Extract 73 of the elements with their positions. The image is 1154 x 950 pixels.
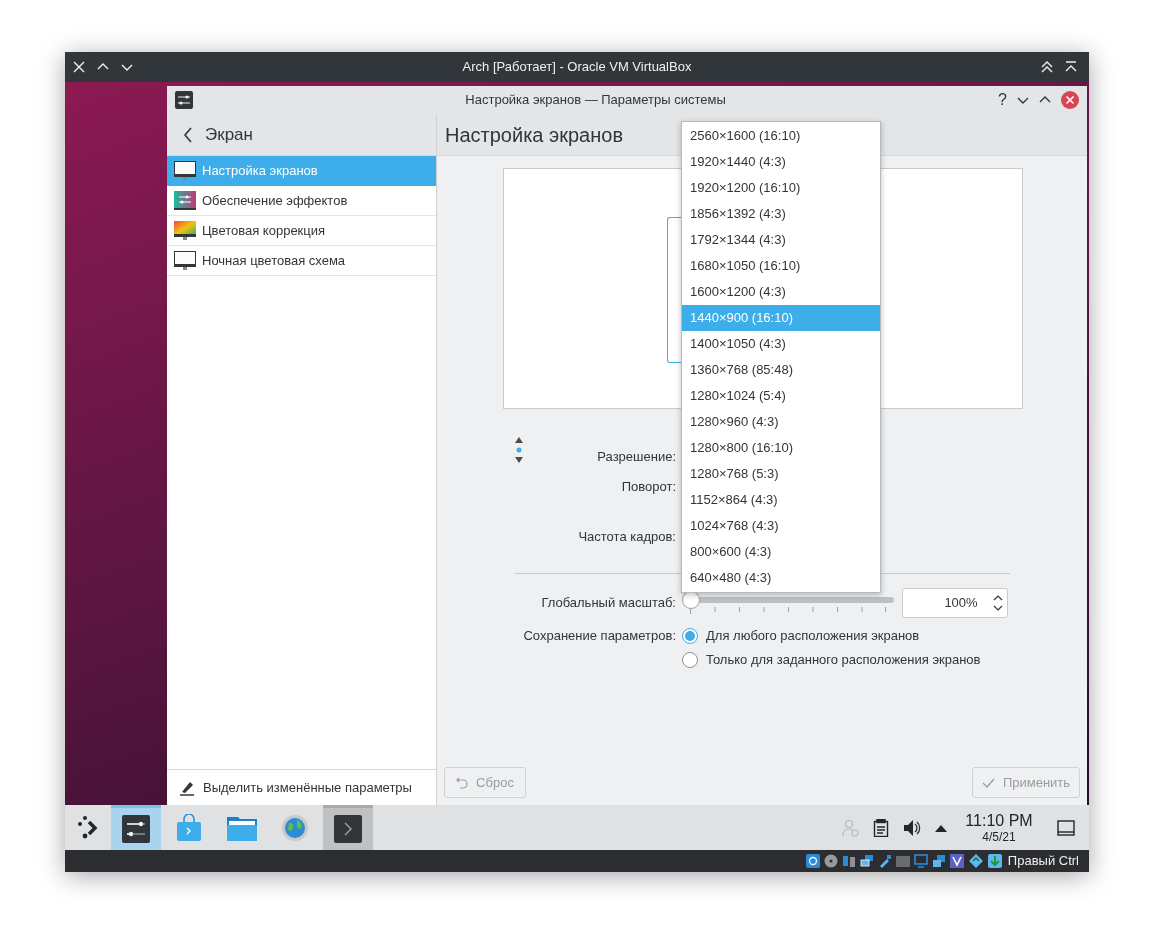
clipboard-icon[interactable] xyxy=(873,818,889,837)
keep-above-icon[interactable] xyxy=(1065,61,1077,73)
host-key-label: Правый Ctrl xyxy=(1007,852,1079,871)
window-title: Настройка экранов — Параметры системы xyxy=(465,91,726,110)
clock-time[interactable]: 11:10 PM xyxy=(965,812,1033,829)
back-icon xyxy=(183,126,193,143)
scale-label: Глобальный масштаб: xyxy=(540,594,676,613)
scale-spin-box[interactable]: 100% xyxy=(902,588,1008,618)
window-title: Arch [Работает] - Oracle VM VirtualBox xyxy=(462,58,692,77)
globe-gear-icon xyxy=(281,813,309,842)
sliders-monitor-icon xyxy=(174,190,196,211)
page-title: Настройка экранов xyxy=(445,122,623,148)
dropdown-option[interactable]: 640×480 (4:3) xyxy=(682,565,880,591)
shopping-bag-icon xyxy=(176,813,202,842)
dropdown-option[interactable]: 1680×1050 (16:10) xyxy=(682,253,880,279)
dropdown-option[interactable]: 1856×1392 (4:3) xyxy=(682,201,880,227)
dropdown-option[interactable]: 800×600 (4:3) xyxy=(682,539,880,565)
taskbar-task-button[interactable] xyxy=(323,805,373,850)
clock-date[interactable]: 4/5/21 xyxy=(982,830,1016,843)
checkmark-icon xyxy=(981,777,995,788)
hard-disk-icon xyxy=(805,854,820,868)
monitor-icon xyxy=(174,250,196,271)
terminal-icon xyxy=(334,815,362,843)
download-arrow-icon xyxy=(987,854,1002,868)
sidebar-item[interactable]: Цветовая коррекция xyxy=(167,216,436,246)
undo-icon xyxy=(456,776,469,789)
optical-disc-icon xyxy=(823,854,838,868)
dropdown-option[interactable]: 1280×1024 (5:4) xyxy=(682,383,880,409)
back-button[interactable]: Экран xyxy=(183,121,253,148)
show-desktop-icon[interactable] xyxy=(1057,819,1075,836)
dropdown-option[interactable]: 1920×1200 (16:10) xyxy=(682,175,880,201)
dropdown-option[interactable]: 1792×1344 (4:3) xyxy=(682,227,880,253)
dropdown-option[interactable]: 2560×1600 (16:10) xyxy=(682,123,880,149)
folder-icon xyxy=(227,814,257,841)
close-icon[interactable] xyxy=(73,61,85,73)
double-chevron-icon[interactable] xyxy=(1041,61,1053,73)
sync-icon xyxy=(967,854,984,868)
monitor-icon xyxy=(174,161,196,181)
settings-app-icon xyxy=(175,91,193,109)
network-icon xyxy=(859,854,874,868)
rotation-label: Поворот: xyxy=(621,478,676,496)
sliders-icon xyxy=(122,815,150,843)
radio-option[interactable]: Только для заданного расположения экранов xyxy=(682,648,981,672)
shared-folder-icon xyxy=(895,854,910,868)
letter-v-icon xyxy=(949,854,964,868)
dropdown-option[interactable]: 1400×1050 (4:3) xyxy=(682,331,880,357)
dropdown-option[interactable]: 1280×800 (16:10) xyxy=(682,435,880,461)
audio-icon xyxy=(841,854,856,868)
refresh-rate-label: Частота кадров: xyxy=(578,528,676,546)
dropdown-option[interactable]: 1600×1200 (4:3) xyxy=(682,279,880,305)
spin-arrows-icon xyxy=(993,593,1003,613)
taskbar-task-button[interactable] xyxy=(111,805,161,850)
volume-icon[interactable] xyxy=(903,818,921,837)
dropdown-option[interactable]: 1024×768 (4:3) xyxy=(682,513,880,539)
dropdown-option[interactable]: 1152×864 (4:3) xyxy=(682,487,880,513)
radio-button[interactable] xyxy=(682,628,698,644)
save-label: Сохранение параметров: xyxy=(522,627,676,645)
dropdown-option[interactable]: 1280×768 (5:3) xyxy=(682,461,880,487)
dropdown-option[interactable]: 1280×960 (4:3) xyxy=(682,409,880,435)
help-button[interactable]: ? xyxy=(998,88,1007,112)
pen-icon xyxy=(179,779,195,796)
dropdown-option[interactable]: 1360×768 (85:48) xyxy=(682,357,880,383)
resolution-label: Разрешение: xyxy=(597,448,676,466)
radio-button[interactable] xyxy=(682,652,698,668)
color-monitor-icon xyxy=(174,220,196,241)
radio-option[interactable]: Для любого расположения экранов xyxy=(682,624,981,648)
reorder-handle-icon[interactable] xyxy=(515,437,523,463)
dropdown-option[interactable]: 1920×1440 (4:3) xyxy=(682,149,880,175)
caret-up-icon[interactable] xyxy=(935,823,947,832)
sidebar-item[interactable]: Ночная цветовая схема xyxy=(167,246,436,276)
sidebar-item[interactable]: Обеспечение эффектов xyxy=(167,186,436,216)
windows-icon xyxy=(931,854,946,868)
display-icon xyxy=(913,854,928,868)
